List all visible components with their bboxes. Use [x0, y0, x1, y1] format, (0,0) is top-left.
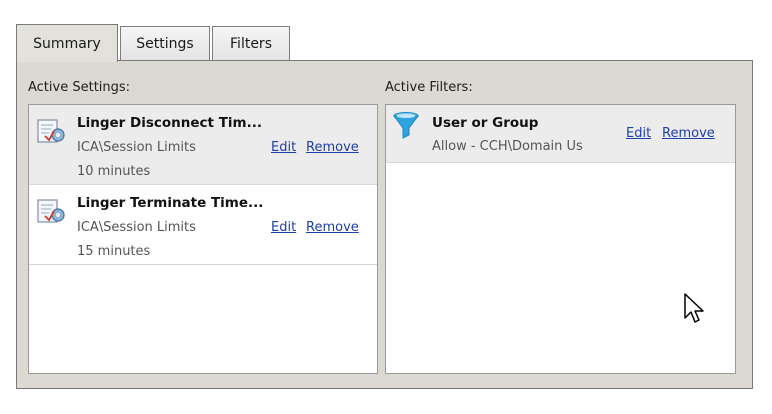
- tab-summary[interactable]: Summary: [16, 24, 118, 62]
- filter-detail: Allow - CCH\Domain Us: [432, 139, 583, 154]
- setting-item-linger-terminate[interactable]: Linger Terminate Time... ICA\Session Lim…: [29, 185, 377, 265]
- setting-value: 10 minutes: [77, 164, 151, 179]
- active-settings-list[interactable]: Linger Disconnect Tim... ICA\Session Lim…: [28, 104, 378, 374]
- remove-setting-link[interactable]: Remove: [306, 140, 359, 155]
- tab-settings[interactable]: Settings: [120, 26, 210, 60]
- filter-item-user-or-group[interactable]: User or Group Allow - CCH\Domain Us Edit…: [386, 105, 735, 163]
- remove-filter-link[interactable]: Remove: [662, 126, 715, 141]
- mouse-pointer-icon: [684, 293, 704, 323]
- edit-setting-link[interactable]: Edit: [271, 140, 296, 155]
- funnel-filter-icon: [393, 112, 419, 139]
- edit-filter-link[interactable]: Edit: [626, 126, 651, 141]
- active-filters-heading: Active Filters:: [385, 80, 473, 95]
- active-settings-heading: Active Settings:: [28, 80, 131, 95]
- setting-item-linger-disconnect[interactable]: Linger Disconnect Tim... ICA\Session Lim…: [29, 105, 377, 185]
- active-filters-list[interactable]: User or Group Allow - CCH\Domain Us Edit…: [385, 104, 736, 374]
- tab-filters[interactable]: Filters: [212, 26, 290, 60]
- setting-name: Linger Disconnect Tim...: [77, 115, 262, 131]
- setting-name: Linger Terminate Time...: [77, 195, 264, 211]
- remove-setting-link[interactable]: Remove: [306, 220, 359, 235]
- policy-setting-icon: [37, 199, 65, 223]
- setting-path: ICA\Session Limits: [77, 140, 196, 155]
- policy-summary-window: Summary Settings Filters Active Settings…: [0, 0, 772, 414]
- setting-path: ICA\Session Limits: [77, 220, 196, 235]
- edit-setting-link[interactable]: Edit: [271, 220, 296, 235]
- summary-tab-panel: Active Settings: Active Filters: Linger …: [16, 60, 753, 389]
- policy-setting-icon: [37, 119, 65, 143]
- setting-value: 15 minutes: [77, 244, 151, 259]
- filter-name: User or Group: [432, 115, 539, 131]
